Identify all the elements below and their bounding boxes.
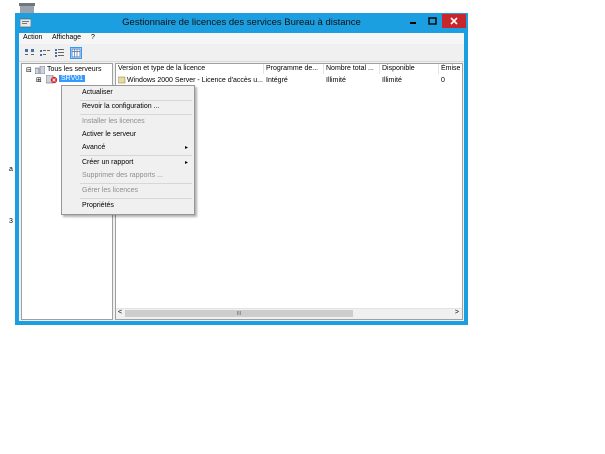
menu-item-gerer-licences: Gérer les licences [62,185,194,197]
menu-item-label: Gérer les licences [82,187,139,194]
menu-item-avance[interactable]: Avancé ▸ [62,142,194,154]
menu-item-revoir-configuration[interactable]: Revoir la configuration ... [62,101,194,113]
title-bar[interactable]: Gestionnaire de licences des services Bu… [15,13,468,33]
tree-item-srv01[interactable]: SRV01 [59,75,86,82]
submenu-arrow-icon: ▸ [184,160,188,166]
scroll-grip: III [236,310,242,317]
small-icons-icon [40,50,50,56]
menu-item-label: Avancé [82,144,106,151]
cell-available: Illimité [382,77,402,84]
large-icons-icon [25,49,34,55]
app-icon [19,18,32,28]
list-icon [55,49,64,57]
minimize-button[interactable] [403,14,422,28]
server-error-icon [45,74,58,86]
menu-item-label: Activer le serveur [82,131,137,138]
submenu-arrow-icon: ▸ [184,145,188,151]
menu-help[interactable]: ? [91,34,95,41]
menu-item-activer-serveur[interactable]: Activer le serveur [62,129,194,141]
column-header-program[interactable]: Programme de... [264,64,324,74]
details-icon [71,48,81,58]
menu-item-label: Supprimer des rapports ... [82,172,163,179]
small-icons-view-button[interactable] [39,47,51,59]
horizontal-scrollbar[interactable]: < III > [116,308,462,319]
cell-program: Intégré [266,77,288,84]
menu-bar: Action Affichage ? [19,33,464,44]
column-header-issued[interactable]: Émise [439,64,462,74]
scroll-right-button[interactable]: > [455,309,459,316]
list-view-button[interactable] [54,47,66,59]
context-menu: Actualiser Revoir la configuration ... I… [61,85,195,215]
toolbar [19,45,464,62]
menu-separator [80,155,192,156]
close-icon [450,17,458,25]
menu-item-proprietes[interactable]: Propriétés [62,200,194,212]
menu-item-installer-licences: Installer les licences [62,116,194,128]
minimize-icon [409,22,416,24]
scroll-thumb[interactable]: III [125,310,353,317]
menu-action[interactable]: Action [23,34,42,41]
tree-child-expander-icon[interactable]: ⊞ [36,76,42,84]
scroll-left-button[interactable]: < [118,309,122,316]
menu-item-label: Revoir la configuration ... [82,103,160,110]
maximize-icon [428,17,437,25]
menu-affichage[interactable]: Affichage [52,34,81,41]
menu-separator [80,114,192,115]
menu-item-label: Propriétés [82,202,114,209]
all-servers-icon [34,65,46,76]
menu-item-creer-rapport[interactable]: Créer un rapport ▸ [62,157,194,169]
menu-item-label: Créer un rapport [82,159,134,166]
close-button[interactable] [442,14,466,28]
tree-root-expander-icon[interactable]: ⊟ [26,66,32,74]
details-view-button[interactable] [70,47,82,59]
menu-item-actualiser[interactable]: Actualiser [62,87,194,99]
menu-separator [80,198,192,199]
column-header-version[interactable]: Version et type de la licence [116,64,264,74]
menu-item-supprimer-rapports: Supprimer des rapports ... [62,170,194,182]
maximize-button[interactable] [423,14,442,28]
menu-item-label: Actualiser [82,89,113,96]
menu-separator [80,183,192,184]
column-header-total[interactable]: Nombre total ... [324,64,380,74]
cell-issued: 0 [441,77,445,84]
menu-item-label: Installer les licences [82,118,145,125]
cell-version: Windows 2000 Server - Licence d'accès u.… [127,77,263,84]
tree-item-all-servers[interactable]: Tous les serveurs [47,66,101,73]
desktop-fragment-1: a [9,166,13,173]
window-title: Gestionnaire de licences des services Bu… [122,17,361,28]
cell-total: Illimité [326,77,346,84]
large-icons-view-button[interactable] [24,47,36,59]
desktop-fragment-2: 3 [9,218,13,225]
column-header-available[interactable]: Disponible [380,64,439,74]
